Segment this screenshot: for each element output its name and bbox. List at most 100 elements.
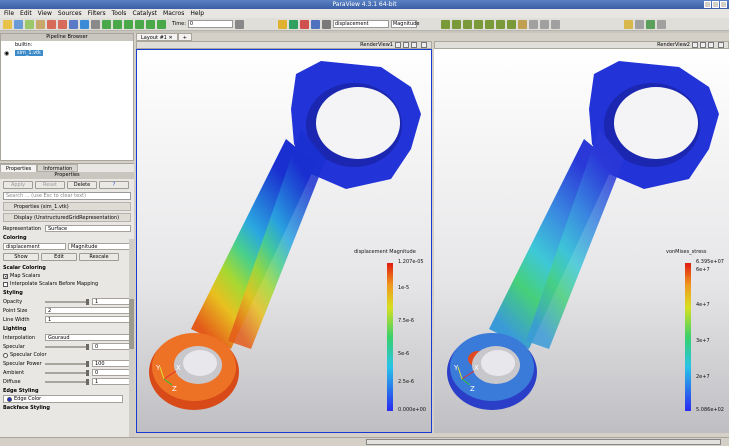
toggle-legend-icon[interactable] [288, 19, 298, 29]
scrollbar-thumb[interactable] [129, 299, 134, 349]
camera-undo-icon[interactable] [91, 19, 100, 29]
prev-frame-icon[interactable] [113, 19, 122, 29]
select-points-icon[interactable] [539, 19, 549, 29]
diffuse-input[interactable]: 1 [92, 378, 131, 385]
reset-range-icon[interactable] [310, 19, 320, 29]
point-size-input[interactable]: 2 [45, 307, 131, 314]
spin-icon[interactable] [234, 19, 244, 29]
color-map-icon[interactable] [277, 19, 287, 29]
interpolation-select[interactable]: Gouraud [45, 334, 131, 341]
edge-color-button[interactable]: Edge Color [3, 395, 123, 403]
select-frustum-icon[interactable] [550, 19, 560, 29]
view-minus-z-icon[interactable] [506, 19, 516, 29]
loop-icon[interactable] [157, 19, 166, 29]
maximize-button[interactable] [712, 1, 719, 8]
tab-properties[interactable]: Properties [0, 164, 38, 172]
opacity-slider[interactable] [45, 298, 89, 305]
specular-power-input[interactable]: 100 [92, 360, 131, 367]
view-plus-x-icon[interactable] [451, 19, 461, 29]
load-state-icon[interactable] [25, 19, 34, 29]
redo-icon[interactable] [58, 19, 67, 29]
specular-slider[interactable] [45, 343, 89, 350]
rotate-icon[interactable] [517, 19, 527, 29]
pipeline-item-sim[interactable]: ◉ sim_1.vtk [1, 49, 133, 57]
section-display[interactable]: Display (UnstructuredGridRepresentation) [3, 213, 131, 222]
pipeline-item-builtin[interactable]: builtin: [1, 41, 133, 49]
view-minus-x-icon[interactable] [462, 19, 472, 29]
menu-catalyst[interactable]: Catalyst [132, 9, 157, 18]
calculator-icon[interactable] [634, 19, 644, 29]
array-select[interactable]: displacement [332, 20, 389, 28]
specular-power-slider[interactable] [45, 360, 89, 367]
coloring-component-select[interactable]: Magnitude [68, 243, 131, 250]
tab-layout-1[interactable]: Layout #1 ✕ [136, 33, 178, 41]
edit-button[interactable]: Edit [41, 253, 77, 261]
representation-select[interactable]: Surface [45, 225, 131, 232]
opacity-input[interactable]: 1 [92, 298, 131, 305]
coloring-array-select[interactable]: displacement [3, 243, 66, 250]
specular-color-button[interactable]: Specular Color [0, 351, 134, 359]
save-data-icon[interactable] [14, 19, 23, 29]
next-frame-icon[interactable] [135, 19, 144, 29]
edit-colormap-icon[interactable] [299, 19, 309, 29]
component-select[interactable]: Magnitude [390, 20, 419, 28]
add-layout-tab[interactable]: + [177, 33, 192, 41]
split-horizontal-icon[interactable] [692, 42, 698, 48]
view-plus-z-icon[interactable] [495, 19, 505, 29]
contour-icon[interactable] [645, 19, 655, 29]
connect-icon[interactable] [69, 19, 78, 29]
close-view-icon[interactable] [718, 42, 724, 48]
first-frame-icon[interactable] [102, 19, 111, 29]
render-view-1[interactable]: Y X Z displacement Magnitude 1.207e-05 1… [136, 49, 432, 433]
view-plus-y-icon[interactable] [473, 19, 483, 29]
ambient-input[interactable]: 0 [92, 369, 131, 376]
menu-filters[interactable]: Filters [88, 9, 106, 18]
open-file-icon[interactable] [3, 19, 12, 29]
render-view-2[interactable]: Y X Z vonMises_stress 6.395e+07 6e+7 4e+… [434, 49, 729, 433]
show-button[interactable]: Show [3, 253, 39, 261]
split-horizontal-icon[interactable] [395, 42, 401, 48]
undo-icon[interactable] [47, 19, 56, 29]
time-input[interactable]: 0 [187, 20, 233, 28]
menu-edit[interactable]: Edit [20, 9, 32, 18]
play-icon[interactable] [124, 19, 133, 29]
reset-button[interactable]: Reset [35, 181, 65, 189]
rescale-button[interactable]: Rescale [79, 253, 119, 261]
map-scalars-checkbox[interactable]: ✕ Map Scalars [0, 272, 134, 280]
diffuse-slider[interactable] [45, 378, 89, 385]
save-state-icon[interactable] [36, 19, 45, 29]
clip-icon[interactable] [656, 19, 666, 29]
minimize-button[interactable] [704, 1, 711, 8]
menu-sources[interactable]: Sources [58, 9, 82, 18]
delete-button[interactable]: Delete [67, 181, 97, 189]
ambient-slider[interactable] [45, 369, 89, 376]
maximize-view-icon[interactable] [708, 42, 714, 48]
python-shell-icon[interactable] [623, 19, 633, 29]
last-frame-icon[interactable] [146, 19, 155, 29]
menu-macros[interactable]: Macros [163, 9, 184, 18]
properties-scrollbar[interactable] [129, 239, 134, 446]
split-vertical-icon[interactable] [403, 42, 409, 48]
section-properties[interactable]: Properties (sim_1.vtk) [3, 202, 131, 211]
split-vertical-icon[interactable] [700, 42, 706, 48]
search-input[interactable]: Search ... (use Esc to clear text) [3, 192, 131, 200]
close-view-icon[interactable] [421, 42, 427, 48]
maximize-view-icon[interactable] [411, 42, 417, 48]
menu-help[interactable]: Help [190, 9, 204, 18]
menu-tools[interactable]: Tools [112, 9, 127, 18]
interpolate-scalars-checkbox[interactable]: Interpolate Scalars Before Mapping [0, 280, 134, 288]
menu-file[interactable]: File [4, 9, 14, 18]
specular-input[interactable]: 0 [92, 343, 131, 350]
close-window-button[interactable] [720, 1, 727, 8]
help-button[interactable]: ? [99, 181, 129, 189]
view-minus-y-icon[interactable] [484, 19, 494, 29]
tab-information[interactable]: Information [37, 164, 79, 172]
memory-inspector-bar[interactable] [366, 439, 721, 445]
menu-view[interactable]: View [38, 9, 52, 18]
apply-button[interactable]: Apply [3, 181, 33, 189]
reset-camera-icon[interactable] [440, 19, 450, 29]
select-icon[interactable] [528, 19, 538, 29]
help-icon[interactable] [80, 19, 89, 29]
line-width-input[interactable]: 1 [45, 316, 131, 323]
eye-icon[interactable]: ◉ [4, 50, 9, 58]
